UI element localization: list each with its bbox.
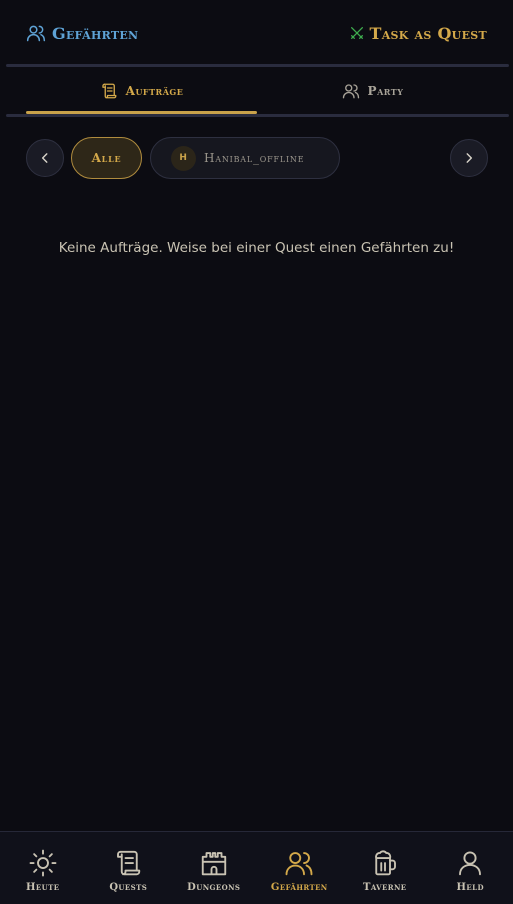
- users-icon: [284, 848, 314, 878]
- page-title-group: Gefährten: [26, 23, 138, 43]
- chevron-right-icon: [462, 151, 476, 165]
- tab-bar: Aufträge Party: [26, 67, 487, 114]
- chevron-left-icon: [38, 151, 52, 165]
- filter-all-chip[interactable]: Alle: [71, 137, 142, 179]
- nav-item-gefaehrten[interactable]: Gefährten: [257, 832, 343, 904]
- avatar: H: [171, 145, 196, 171]
- tab-auftraege[interactable]: Aufträge: [26, 67, 257, 114]
- nav-label: Dungeons: [187, 882, 241, 893]
- beer-mug-icon: [370, 848, 400, 878]
- app-header: Gefährten Task as Quest: [0, 0, 513, 66]
- app-brand[interactable]: Task as Quest: [349, 24, 487, 43]
- filter-companion-chip[interactable]: H Hanibal_offline: [150, 137, 340, 179]
- nav-label: Held: [456, 882, 484, 893]
- users-icon: [342, 82, 360, 100]
- tab-party[interactable]: Party: [257, 67, 488, 114]
- nav-label: Taverne: [363, 882, 407, 893]
- nav-label: Heute: [26, 882, 60, 893]
- user-icon: [455, 848, 485, 878]
- bottom-navigation: Heute Quests Dungeons Gefährten Taverne …: [0, 831, 513, 904]
- companion-name: Hanibal_offline: [204, 151, 305, 165]
- scroll-icon: [113, 848, 143, 878]
- users-icon: [26, 23, 46, 43]
- scroll-right-button[interactable]: [450, 139, 488, 177]
- nav-item-quests[interactable]: Quests: [86, 832, 172, 904]
- companion-filter-row: Alle H Hanibal_offline: [26, 137, 488, 179]
- scroll-icon: [100, 82, 118, 100]
- nav-label: Gefährten: [270, 882, 328, 893]
- castle-icon: [199, 848, 229, 878]
- scroll-left-button[interactable]: [26, 139, 64, 177]
- crossed-swords-icon: [349, 25, 365, 41]
- page-title: Gefährten: [52, 23, 139, 43]
- nav-label: Quests: [109, 882, 148, 893]
- nav-item-dungeons[interactable]: Dungeons: [171, 832, 257, 904]
- sun-icon: [28, 848, 58, 878]
- nav-item-held[interactable]: Held: [428, 832, 513, 904]
- tab-label: Aufträge: [125, 83, 184, 98]
- tab-label: Party: [367, 83, 404, 98]
- nav-item-taverne[interactable]: Taverne: [342, 832, 428, 904]
- nav-item-heute[interactable]: Heute: [0, 832, 86, 904]
- empty-state-message: Keine Aufträge. Weise bei einer Quest ei…: [58, 240, 455, 256]
- app-name: Task as Quest: [369, 23, 487, 43]
- tabs-divider: [6, 114, 509, 117]
